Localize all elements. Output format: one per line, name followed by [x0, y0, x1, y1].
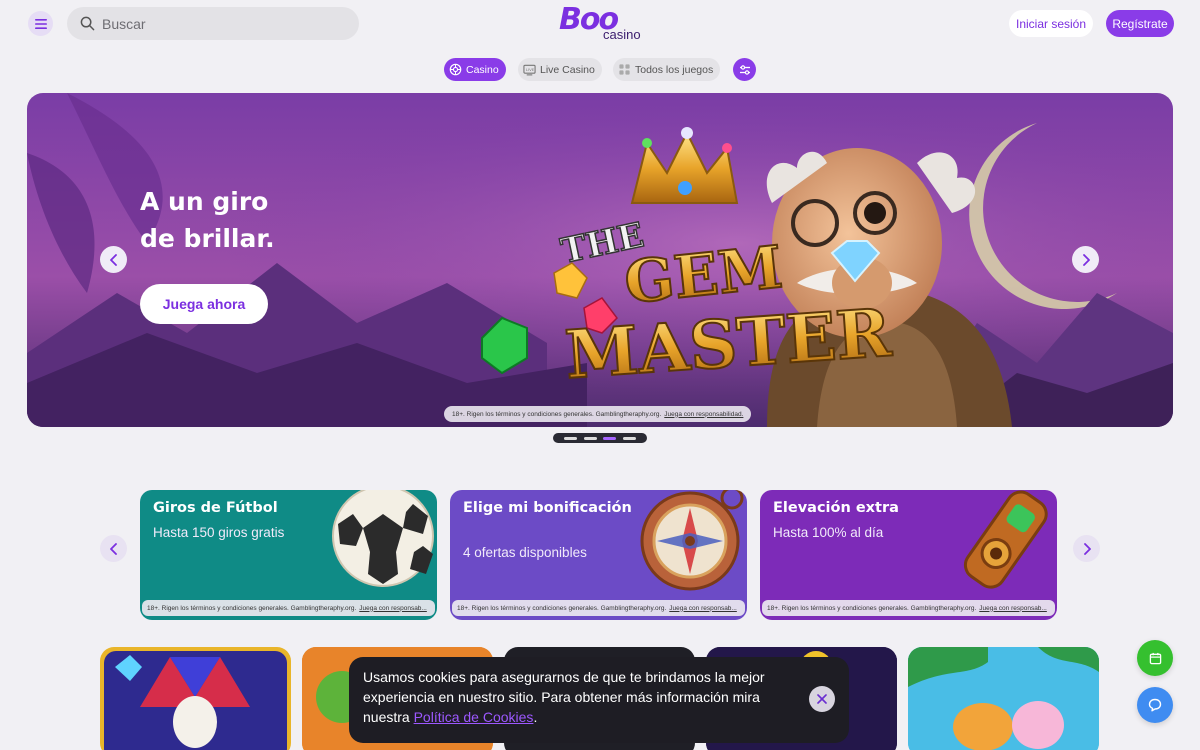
promo-disclaimer: 18+. Rigen los términos y condiciones ge… — [142, 600, 435, 616]
game-thumbnail-beach — [908, 647, 1099, 750]
promo-disclaimer-text: 18+. Rigen los términos y condiciones ge… — [457, 604, 667, 612]
carousel-dot-3[interactable] — [603, 436, 617, 440]
carousel-dot-4[interactable] — [623, 436, 637, 440]
header: Boo casino Iniciar sesión Regístrate — [0, 0, 1200, 50]
responsible-gaming-link[interactable]: Juega con responsabilidad. — [664, 411, 743, 418]
close-icon — [817, 694, 827, 704]
chevron-right-icon — [1082, 253, 1090, 266]
grid-icon — [618, 63, 631, 76]
hero-background: THE GEM MASTER — [27, 93, 1173, 427]
filter-button[interactable] — [733, 58, 756, 81]
chat-button[interactable] — [1137, 687, 1173, 723]
calendar-button[interactable] — [1137, 640, 1173, 676]
play-now-button[interactable]: Juega ahora — [140, 284, 268, 324]
responsible-gaming-link[interactable]: Juega con responsab... — [669, 605, 737, 612]
responsible-gaming-link[interactable]: Juega con responsab... — [359, 605, 427, 612]
promo-disclaimer: 18+. Rigen los términos y condiciones ge… — [452, 600, 745, 616]
promo-disclaimer-text: 18+. Rigen los términos y condiciones ge… — [147, 604, 357, 612]
hero-title-line2: de brillar. — [140, 224, 275, 253]
game-tile[interactable] — [908, 647, 1099, 750]
tab-casino[interactable]: Casino — [444, 58, 506, 81]
category-tabs: Casino LIVE Live Casino Todos los juegos — [0, 58, 1200, 82]
promo-subtitle: 4 ofertas disponibles — [463, 545, 587, 560]
cookie-banner: Usamos cookies para asegurarnos de que t… — [349, 657, 849, 743]
hamburger-icon — [34, 18, 47, 29]
svg-text:LIVE: LIVE — [526, 67, 535, 72]
filter-icon — [739, 64, 750, 75]
calendar-icon — [1149, 652, 1161, 664]
promo-title: Elevación extra — [773, 500, 899, 516]
carousel-pagination — [553, 433, 647, 443]
carousel-dot-2[interactable] — [583, 436, 597, 440]
promo-disclaimer-text: 18+. Rigen los términos y condiciones ge… — [767, 604, 977, 612]
casino-icon — [449, 63, 462, 76]
compass-icon — [640, 490, 744, 591]
cookie-period: . — [533, 709, 538, 725]
promo-title: Giros de Fútbol — [153, 500, 278, 516]
search-icon — [80, 16, 96, 32]
promo-disclaimer: 18+. Rigen los términos y condiciones ge… — [762, 600, 1055, 616]
responsible-gaming-link[interactable]: Juega con responsab... — [979, 605, 1047, 612]
tab-all-games[interactable]: Todos los juegos — [613, 58, 721, 81]
live-icon: LIVE — [523, 63, 536, 76]
hero-title-line1: A un giro — [140, 187, 269, 216]
game-thumbnail-jester — [104, 651, 287, 750]
football-icon — [332, 490, 434, 587]
tab-all-label: Todos los juegos — [635, 63, 714, 76]
promo-card-choose-bonus[interactable]: Elige mi bonificación 4 ofertas disponib… — [450, 490, 747, 620]
chevron-right-icon — [1083, 542, 1091, 555]
register-button[interactable]: Regístrate — [1106, 10, 1174, 37]
search-bar[interactable] — [67, 7, 359, 40]
menu-button[interactable] — [28, 11, 53, 36]
carousel-dot-1[interactable] — [563, 436, 577, 440]
promo-subtitle: Hasta 100% al día — [773, 525, 884, 540]
hero-banner[interactable]: THE GEM MASTER A un giro de brillar. Jue… — [27, 93, 1173, 427]
promos-next-button[interactable] — [1073, 535, 1100, 562]
promo-subtitle: Hasta 150 giros gratis — [153, 525, 285, 540]
hero-disclaimer-text: 18+. Rigen los términos y condiciones ge… — [452, 410, 662, 418]
chevron-left-icon — [109, 542, 117, 555]
chat-icon — [1148, 698, 1162, 712]
tab-live-label: Live Casino — [540, 63, 595, 76]
promos-prev-button[interactable] — [100, 535, 127, 562]
logo-sub: casino — [603, 27, 641, 42]
promo-title: Elige mi bonificación — [463, 500, 632, 516]
tab-live-casino[interactable]: LIVE Live Casino — [518, 58, 602, 81]
hero-prev-button[interactable] — [100, 246, 127, 273]
hero-title: A un giro de brillar. — [140, 183, 340, 257]
game-tile[interactable] — [100, 647, 291, 750]
logo[interactable]: Boo casino — [559, 2, 643, 46]
hero-disclaimer: 18+. Rigen los términos y condiciones ge… — [444, 406, 752, 422]
tab-casino-label: Casino — [466, 63, 499, 76]
chevron-left-icon — [109, 253, 117, 266]
cookie-text: Usamos cookies para asegurarnos de que t… — [363, 667, 803, 727]
search-input[interactable] — [102, 15, 342, 32]
cookie-close-button[interactable] — [809, 686, 835, 712]
promo-card-extra-boost[interactable]: Elevación extra Hasta 100% al día 18+. R… — [760, 490, 1057, 620]
switch-icon — [963, 490, 1048, 589]
login-button[interactable]: Iniciar sesión — [1009, 10, 1093, 37]
hero-next-button[interactable] — [1072, 246, 1099, 273]
promo-card-football-spins[interactable]: Giros de Fútbol Hasta 150 giros gratis 1… — [140, 490, 437, 620]
cookie-policy-link[interactable]: Política de Cookies — [414, 709, 534, 725]
